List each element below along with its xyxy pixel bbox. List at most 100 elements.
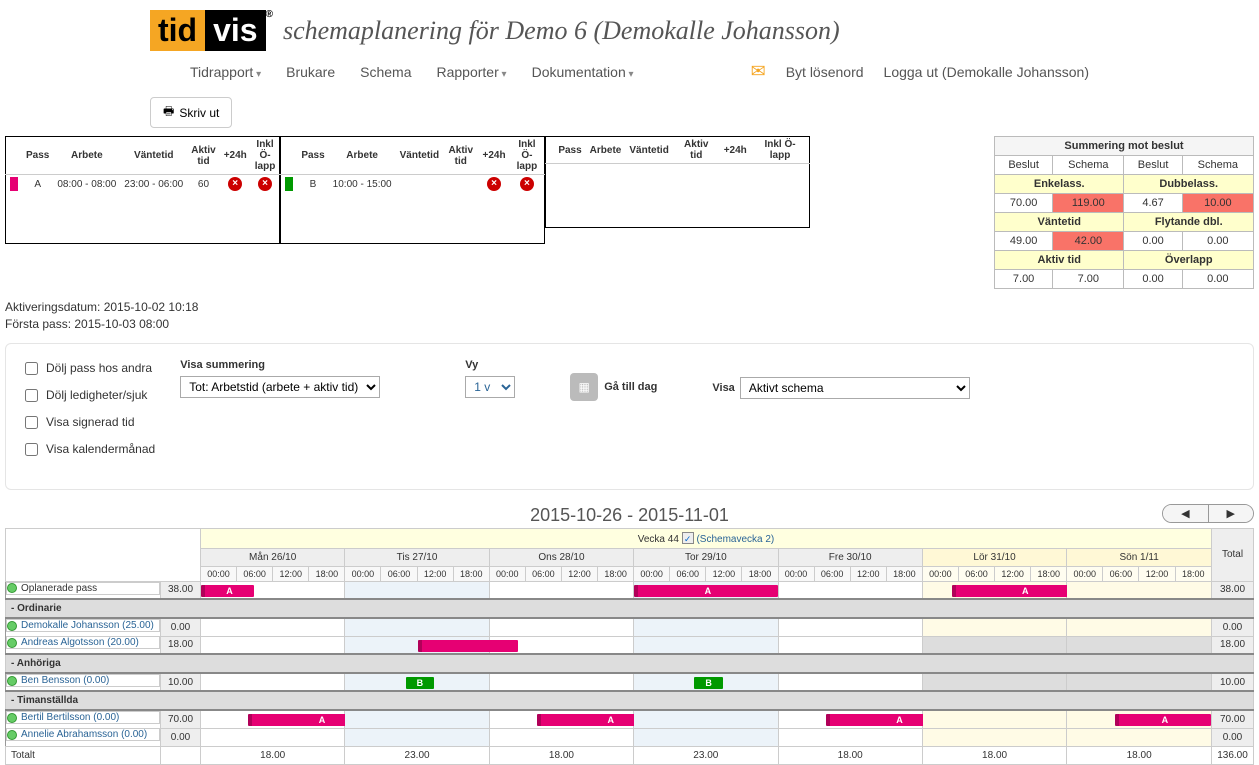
hour-header: 06:00	[958, 566, 994, 581]
row-ben[interactable]: Ben Bensson (0.00) 10.00 B B 10.00	[6, 673, 1254, 691]
shift-bar[interactable]: A	[201, 585, 254, 597]
next-week-button[interactable]: ▶	[1209, 505, 1253, 522]
logo: tidvis®	[150, 10, 273, 51]
hour-header: 06:00	[237, 566, 273, 581]
shift-bar[interactable]: B	[406, 677, 435, 689]
row-demokalle[interactable]: Demokalle Johansson (25.00) 0.00 0.00	[6, 618, 1254, 636]
day-header: Mån 26/10	[201, 548, 345, 566]
hour-header: 18:00	[1175, 566, 1211, 581]
select-visa[interactable]: Aktivt schema	[740, 377, 970, 399]
pass-row-a[interactable]: A 08:00 - 08:00 23:00 - 06:00 60 × ×	[6, 175, 280, 194]
person-link[interactable]: Annelie Abrahamsson (0.00)	[21, 729, 147, 740]
hour-header: 06:00	[525, 566, 561, 581]
hour-header: 12:00	[273, 566, 309, 581]
hour-header: 06:00	[381, 566, 417, 581]
day-header: Sön 1/11	[1067, 548, 1212, 566]
goto-day-button[interactable]: ▦ Gå till dag	[570, 373, 657, 401]
hour-header: 12:00	[1139, 566, 1175, 581]
hour-header: 18:00	[742, 566, 778, 581]
main-nav: Tidrapport Brukare Schema Rapporter Doku…	[150, 51, 1109, 97]
hour-header: 00:00	[201, 566, 237, 581]
section-ordinarie: - Ordinarie	[6, 599, 1254, 618]
person-link[interactable]: Bertil Bertilsson (0.00)	[21, 712, 119, 723]
color-swatch-b	[285, 177, 293, 191]
nav-brukare[interactable]: Brukare	[286, 64, 335, 80]
hour-header: 00:00	[634, 566, 670, 581]
status-dot-icon	[7, 583, 17, 593]
calendar-icon: ▦	[570, 373, 598, 401]
filter-panel: Dölj pass hos andra Dölj ledigheter/sjuk…	[5, 343, 1254, 490]
day-header: Fre 30/10	[778, 548, 922, 566]
shift-bar[interactable]	[418, 640, 518, 652]
person-link[interactable]: Ben Bensson (0.00)	[21, 675, 109, 686]
nav-logga-ut[interactable]: Logga ut (Demokalle Johansson)	[884, 64, 1089, 80]
hour-header: 06:00	[1103, 566, 1139, 581]
color-swatch-a	[10, 177, 18, 191]
hour-header: 12:00	[417, 566, 453, 581]
chk-visa-kal[interactable]	[25, 443, 38, 456]
hour-header: 18:00	[309, 566, 345, 581]
week-nav-buttons: ◀ ▶	[1162, 504, 1254, 523]
chk-visa-sign[interactable]	[25, 416, 38, 429]
row-annelie[interactable]: Annelie Abrahamsson (0.00) 0.00 0.00	[6, 728, 1254, 746]
pass-grid-b: Pass Arbete Väntetid Aktiv tid +24h Inkl…	[280, 136, 545, 244]
hour-header: 00:00	[1067, 566, 1103, 581]
status-dot-icon	[7, 713, 17, 723]
hour-header: 18:00	[1031, 566, 1067, 581]
nav-schema[interactable]: Schema	[360, 64, 411, 80]
x-icon: ×	[228, 177, 242, 191]
row-andreas[interactable]: Andreas Algotsson (20.00) 18.00 A 18.00	[6, 636, 1254, 654]
pass-grid-c: Pass Arbete Väntetid Aktiv tid +24h Inkl…	[545, 136, 810, 228]
mail-icon[interactable]: ✉	[751, 61, 766, 82]
shift-bar[interactable]: B	[694, 677, 723, 689]
section-timanstallda: - Timanställda	[6, 691, 1254, 710]
row-oplanerade[interactable]: Oplanerade pass 38.00 A A A 38.00	[6, 581, 1254, 599]
status-dot-icon	[7, 621, 17, 631]
x-icon: ×	[258, 177, 272, 191]
hour-header: 06:00	[814, 566, 850, 581]
schedule-grid: Vecka 44 ✓ (Schemavecka 2) Total Mån 26/…	[5, 528, 1254, 765]
section-anhoriga: - Anhöriga	[6, 654, 1254, 673]
printer-icon: 🖶	[163, 102, 174, 123]
shift-bar[interactable]: A	[1115, 714, 1211, 726]
hour-header: 00:00	[778, 566, 814, 581]
day-header: Lör 31/10	[922, 548, 1066, 566]
nav-rapporter[interactable]: Rapporter	[437, 64, 507, 80]
summering-table: Summering mot beslut BeslutSchema Beslut…	[994, 136, 1254, 289]
x-icon: ×	[520, 177, 534, 191]
total-header: Total	[1212, 528, 1254, 581]
page-title: schemaplanering för Demo 6 (Demokalle Jo…	[283, 16, 840, 46]
select-visa-summering[interactable]: Tot: Arbetstid (arbete + aktiv tid)	[180, 376, 380, 398]
pass-row-b[interactable]: B 10:00 - 15:00 × ×	[281, 175, 545, 194]
hour-header: 06:00	[670, 566, 706, 581]
status-dot-icon	[7, 676, 17, 686]
person-link[interactable]: Andreas Algotsson (20.00)	[21, 637, 139, 648]
status-dot-icon	[7, 638, 17, 648]
status-dot-icon	[7, 730, 17, 740]
hour-header: 12:00	[995, 566, 1031, 581]
nav-tidrapport[interactable]: Tidrapport	[190, 64, 261, 80]
shift-bar[interactable]: A	[634, 585, 777, 597]
hour-header: 00:00	[489, 566, 525, 581]
hour-header: 18:00	[886, 566, 922, 581]
check-icon: ✓	[682, 532, 694, 544]
schemavecka-link[interactable]: (Schemavecka 2)	[696, 534, 774, 545]
select-vy[interactable]: 1 v	[465, 376, 515, 398]
person-link[interactable]: Demokalle Johansson (25.00)	[21, 620, 154, 631]
activation-info: Aktiveringsdatum: 2015-10-02 10:18 Först…	[0, 289, 1259, 343]
hour-header: 00:00	[922, 566, 958, 581]
prev-week-button[interactable]: ◀	[1163, 505, 1208, 522]
hour-header: 18:00	[598, 566, 634, 581]
chk-dolj-ledig[interactable]	[25, 389, 38, 402]
day-header: Tor 29/10	[634, 548, 778, 566]
hour-header: 18:00	[453, 566, 489, 581]
print-button[interactable]: 🖶 Skriv ut	[150, 97, 232, 128]
row-bertil[interactable]: Bertil Bertilsson (0.00) 70.00 A A A A 7…	[6, 710, 1254, 728]
chk-dolj-pass[interactable]	[25, 362, 38, 375]
footer-totals: Totalt 18.00 23.00 18.00 23.00 18.00 18.…	[6, 746, 1254, 764]
nav-byt-losenord[interactable]: Byt lösenord	[786, 64, 864, 80]
hour-header: 12:00	[850, 566, 886, 581]
hour-header: 12:00	[706, 566, 742, 581]
nav-dokumentation[interactable]: Dokumentation	[532, 64, 634, 80]
pass-grid-a: Pass Arbete Väntetid Aktiv tid +24h Inkl…	[5, 136, 280, 244]
